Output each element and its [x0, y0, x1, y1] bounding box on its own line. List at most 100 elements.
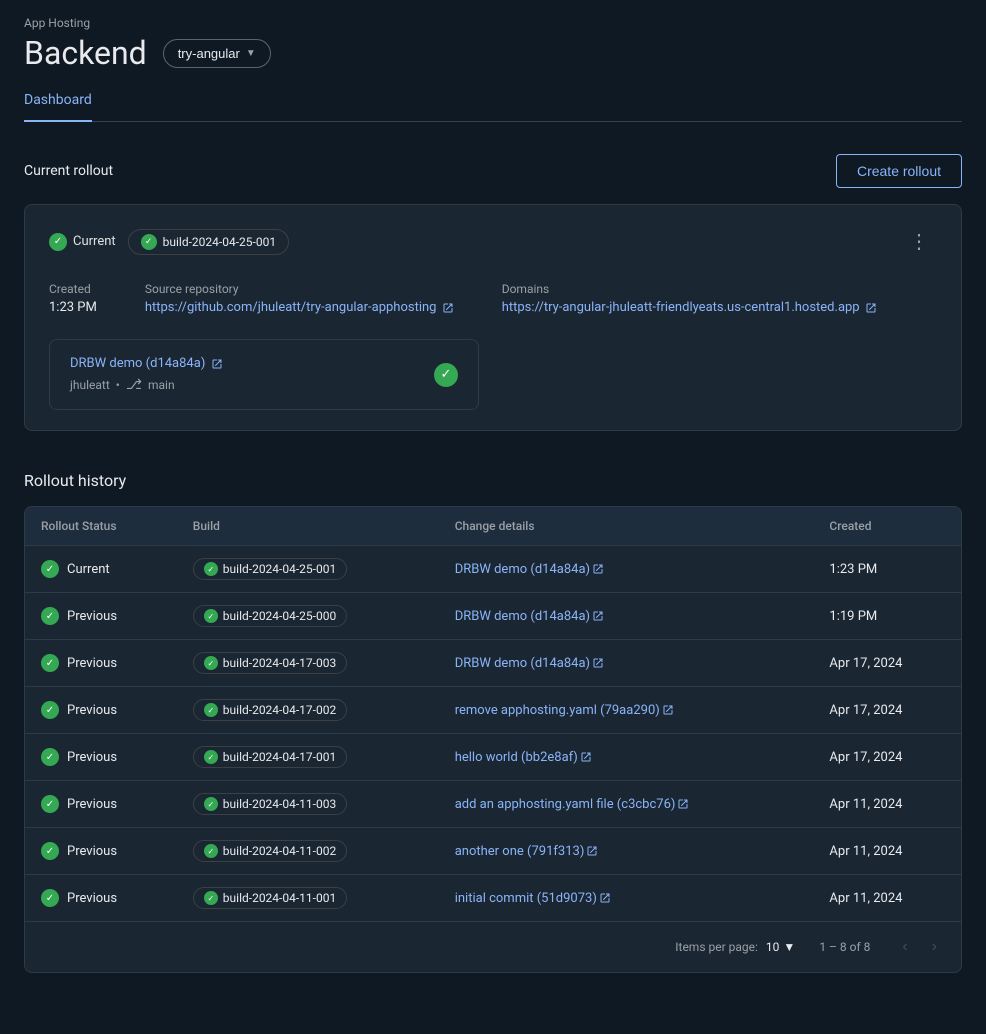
row-ext-link-icon — [586, 845, 598, 857]
current-rollout-card: ✓ Current ✓ build-2024-04-25-001 ⋮ Creat… — [24, 204, 962, 431]
col-rollout-status: Rollout Status — [25, 507, 177, 546]
change-link[interactable]: DRBW demo (d14a84a) — [455, 562, 604, 577]
row-created-cell: Apr 17, 2024 — [813, 640, 961, 687]
create-rollout-button[interactable]: Create rollout — [836, 154, 962, 188]
commit-branch: main — [148, 378, 175, 392]
row-status: ✓ Previous — [41, 748, 161, 766]
card-status-area: ✓ Current ✓ build-2024-04-25-001 — [49, 229, 289, 255]
col-change-details: Change details — [439, 507, 814, 546]
row-build-cell: ✓ build-2024-04-17-001 — [177, 734, 439, 781]
pagination-range: 1 – 8 of 8 — [819, 940, 870, 954]
table-row: ✓ Previous ✓ build-2024-04-17-003 DRBW d… — [25, 640, 961, 687]
current-rollout-header: Current rollout Create rollout — [24, 154, 962, 188]
row-status: ✓ Previous — [41, 654, 161, 672]
created-label: Created — [49, 282, 97, 296]
build-row-label: build-2024-04-11-002 — [223, 844, 336, 858]
table-row: ✓ Previous ✓ build-2024-04-11-002 anothe… — [25, 828, 961, 875]
prev-page-button[interactable]: ‹ — [894, 934, 915, 960]
build-row-label: build-2024-04-25-000 — [223, 609, 336, 623]
row-status-label: Previous — [67, 609, 117, 624]
row-build-cell: ✓ build-2024-04-11-003 — [177, 781, 439, 828]
row-check-icon: ✓ — [41, 748, 59, 766]
row-build-cell: ✓ build-2024-04-25-000 — [177, 593, 439, 640]
rollout-history-table-container: Rollout Status Build Change details Crea… — [24, 506, 962, 973]
dot-separator: • — [116, 378, 120, 392]
table-build-badge: ✓ build-2024-04-17-002 — [193, 699, 347, 721]
change-link[interactable]: hello world (bb2e8af) — [455, 750, 592, 765]
domain-link[interactable]: https://try-angular-jhuleatt-friendlyeat… — [502, 300, 877, 315]
build-row-check-icon: ✓ — [204, 891, 218, 905]
row-build-cell: ✓ build-2024-04-11-002 — [177, 828, 439, 875]
created-value: 1:23 PM — [49, 300, 97, 315]
card-top-row: ✓ Current ✓ build-2024-04-25-001 ⋮ — [49, 225, 937, 258]
next-page-button[interactable]: › — [924, 934, 945, 960]
row-status-cell: ✓ Previous — [25, 640, 177, 687]
backend-dropdown[interactable]: try-angular ▼ — [163, 39, 271, 68]
table-row: ✓ Previous ✓ build-2024-04-17-001 hello … — [25, 734, 961, 781]
chevron-down-icon: ▼ — [246, 48, 256, 59]
row-status: ✓ Previous — [41, 607, 161, 625]
row-change-cell: another one (791f313) — [439, 828, 814, 875]
row-status-cell: ✓ Previous — [25, 828, 177, 875]
tab-dashboard[interactable]: Dashboard — [24, 80, 92, 122]
change-link[interactable]: DRBW demo (d14a84a) — [455, 609, 604, 624]
row-status: ✓ Previous — [41, 889, 161, 907]
row-change-cell: remove apphosting.yaml (79aa290) — [439, 687, 814, 734]
build-row-check-icon: ✓ — [204, 844, 218, 858]
change-link[interactable]: remove apphosting.yaml (79aa290) — [455, 703, 674, 718]
more-options-button[interactable]: ⋮ — [901, 225, 937, 258]
change-link[interactable]: DRBW demo (d14a84a) — [455, 656, 604, 671]
source-repo-link[interactable]: https://github.com/jhuleatt/try-angular-… — [145, 300, 454, 315]
row-change-cell: DRBW demo (d14a84a) — [439, 546, 814, 593]
row-created-cell: Apr 17, 2024 — [813, 734, 961, 781]
row-ext-link-icon — [592, 610, 604, 622]
row-status-cell: ✓ Previous — [25, 593, 177, 640]
row-status: ✓ Previous — [41, 701, 161, 719]
commit-title-text: DRBW demo (d14a84a) — [70, 356, 205, 371]
build-row-check-icon: ✓ — [204, 656, 218, 670]
row-status-cell: ✓ Previous — [25, 781, 177, 828]
created-group: Created 1:23 PM — [49, 282, 97, 315]
row-status-cell: ✓ Previous — [25, 687, 177, 734]
items-per-page: Items per page: 10 ▼ — [675, 940, 795, 954]
table-row: ✓ Previous ✓ build-2024-04-25-000 DRBW d… — [25, 593, 961, 640]
row-ext-link-icon — [599, 892, 611, 904]
tabs-bar: Dashboard — [24, 80, 962, 122]
table-build-badge: ✓ build-2024-04-25-001 — [193, 558, 347, 580]
row-created-cell: 1:19 PM — [813, 593, 961, 640]
build-row-check-icon: ✓ — [204, 609, 218, 623]
items-per-page-label: Items per page: — [675, 940, 758, 954]
build-row-label: build-2024-04-11-001 — [223, 891, 336, 905]
row-status-cell: ✓ Previous — [25, 734, 177, 781]
table-build-badge: ✓ build-2024-04-11-003 — [193, 793, 347, 815]
build-row-check-icon: ✓ — [204, 703, 218, 717]
row-status: ✓ Previous — [41, 842, 161, 860]
commit-external-link-icon — [211, 358, 223, 370]
build-row-label: build-2024-04-17-001 — [223, 750, 336, 764]
row-status-label: Current — [67, 562, 110, 577]
page-header: Backend try-angular ▼ — [24, 34, 962, 72]
per-page-select[interactable]: 10 ▼ — [766, 940, 795, 954]
change-link[interactable]: add an apphosting.yaml file (c3cbc76) — [455, 797, 690, 812]
build-badge-label: build-2024-04-25-001 — [163, 235, 276, 249]
build-row-check-icon: ✓ — [204, 797, 218, 811]
row-created-cell: Apr 11, 2024 — [813, 875, 961, 922]
row-build-cell: ✓ build-2024-04-17-002 — [177, 687, 439, 734]
commit-card: DRBW demo (d14a84a) jhuleatt • ⎇ main ✓ — [49, 339, 479, 410]
page-title-area: Backend try-angular ▼ — [24, 34, 271, 72]
app-hosting-label: App Hosting — [24, 16, 962, 30]
row-status: ✓ Previous — [41, 795, 161, 813]
domains-group: Domains https://try-angular-jhuleatt-fri… — [502, 282, 877, 315]
row-build-cell: ✓ build-2024-04-25-001 — [177, 546, 439, 593]
row-ext-link-icon — [662, 704, 674, 716]
row-change-cell: DRBW demo (d14a84a) — [439, 593, 814, 640]
table-row: ✓ Previous ✓ build-2024-04-17-002 remove… — [25, 687, 961, 734]
commit-info: DRBW demo (d14a84a) jhuleatt • ⎇ main — [70, 356, 223, 393]
branch-icon: ⎇ — [126, 377, 142, 393]
change-link[interactable]: another one (791f313) — [455, 844, 599, 859]
build-row-label: build-2024-04-11-003 — [223, 797, 336, 811]
change-link[interactable]: initial commit (51d9073) — [455, 891, 611, 906]
table-header-row: Rollout Status Build Change details Crea… — [25, 507, 961, 546]
commit-title-link[interactable]: DRBW demo (d14a84a) — [70, 356, 223, 371]
per-page-chevron: ▼ — [783, 940, 795, 954]
